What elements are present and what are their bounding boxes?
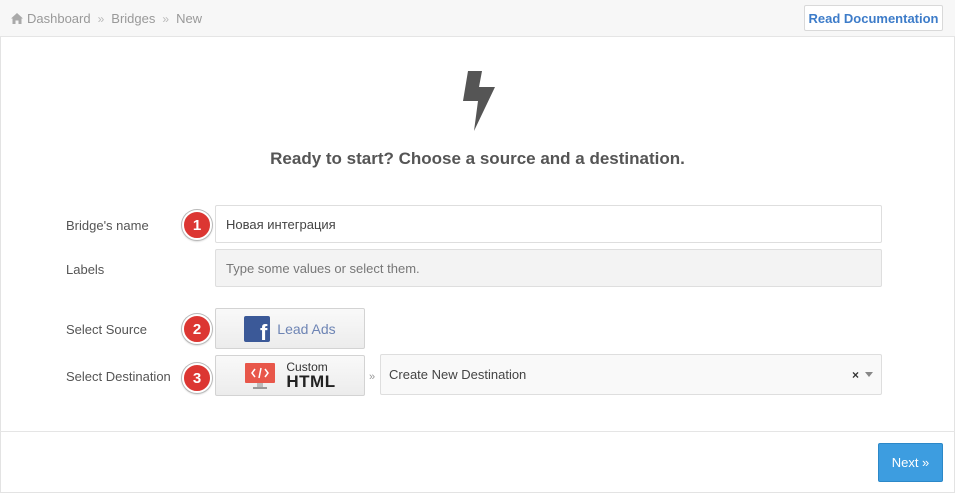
select-destination-label: Select Destination — [66, 369, 171, 384]
bridge-name-label: Bridge's name — [66, 218, 149, 233]
labels-label: Labels — [66, 262, 105, 277]
chevron-down-icon[interactable] — [865, 372, 873, 377]
chevron-right-icon: » — [369, 371, 376, 383]
facebook-icon: f — [244, 315, 271, 343]
source-app-name: Lead Ads — [277, 320, 336, 337]
read-documentation-button[interactable]: Read Documentation — [804, 5, 943, 31]
step-badge-2: 2 — [182, 314, 212, 344]
breadcrumb-dashboard[interactable]: Dashboard — [27, 11, 91, 26]
custom-html-icon — [245, 362, 276, 389]
next-button[interactable]: Next » — [878, 443, 943, 482]
select-source-label: Select Source — [66, 322, 147, 337]
labels-input[interactable]: Type some values or select them. — [215, 249, 882, 287]
destination-select-value: Create New Destination — [389, 367, 527, 382]
bolt-icon — [463, 71, 495, 131]
page-heading: Ready to start? Choose a source and a de… — [270, 149, 685, 168]
destination-app-name: Custom HTML — [286, 361, 335, 390]
step-badge-3: 3 — [182, 363, 212, 393]
breadcrumb-separator: » — [97, 11, 105, 26]
breadcrumb-separator: » — [162, 11, 170, 26]
breadcrumb-new: New — [176, 11, 203, 26]
home-icon — [11, 13, 23, 24]
destination-select[interactable]: Create New Destination × — [380, 354, 882, 395]
bridge-name-input[interactable]: Новая интеграция — [215, 205, 882, 243]
top-bar: Dashboard » Bridges » New Read Documenta… — [0, 0, 955, 37]
destination-app-name-bottom: HTML — [286, 372, 336, 391]
breadcrumb: Dashboard » Bridges » New — [11, 11, 202, 26]
footer-divider — [0, 431, 955, 432]
step-badge-1: 1 — [182, 210, 212, 240]
select-source-button[interactable]: f Lead Ads — [215, 308, 365, 349]
select-destination-button[interactable]: Custom HTML — [215, 355, 365, 396]
clear-icon[interactable]: × — [852, 368, 859, 382]
breadcrumb-bridges[interactable]: Bridges — [111, 11, 155, 26]
